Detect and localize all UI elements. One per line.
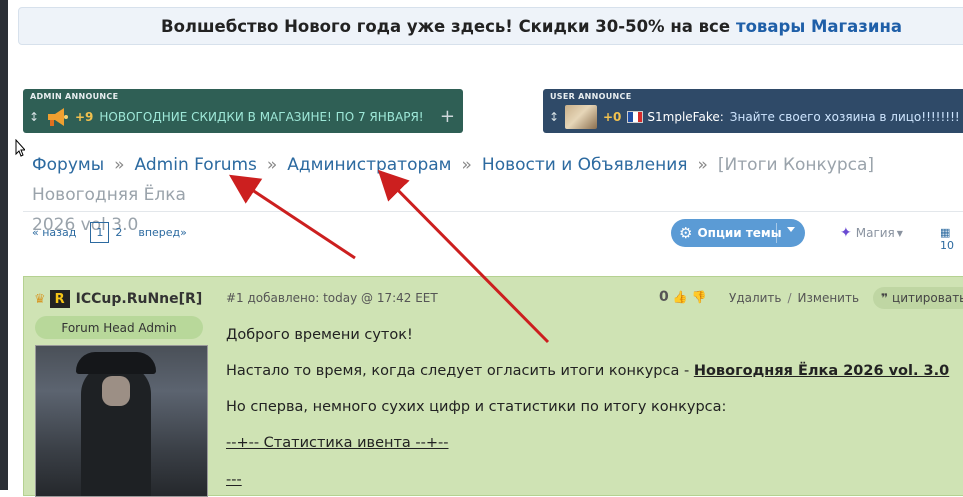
thumbs-down-icon[interactable]: 👎	[692, 290, 707, 304]
quote-label: цитировать	[892, 291, 963, 305]
crown-icon: ♛	[34, 291, 46, 307]
pager-page-2[interactable]: 2	[115, 226, 122, 239]
chevron-down-icon[interactable]	[787, 227, 795, 232]
banner-text: Волшебство Нового года уже здесь! Скидки…	[161, 16, 731, 36]
contest-link[interactable]: Новогодняя Ёлка 2026 vol. 3.0	[694, 363, 949, 379]
post-greeting: Доброго времени суток!	[226, 327, 413, 343]
pager-page-1[interactable]: 1	[90, 222, 110, 243]
breadcrumb-administrators[interactable]: Администраторам	[287, 155, 451, 175]
chevron-down-icon: ▼	[896, 228, 903, 238]
author-role-badge: Forum Head Admin	[35, 316, 203, 339]
add-announce-button[interactable]: +	[440, 106, 455, 128]
post-stats-header: --+-- Статистика ивента --+--	[226, 435, 449, 451]
admin-announce-text[interactable]: НОВОГОДНИЕ СКИДКИ В МАГАЗИНЕ! ПО 7 ЯНВАР…	[99, 110, 423, 124]
admin-announce-count: +9	[75, 110, 94, 124]
user-announce-username[interactable]: S1mpleFake:	[647, 110, 723, 124]
user-announce-count: +0	[603, 110, 622, 124]
thread-count[interactable]: ▦ 10	[940, 226, 963, 252]
pagination: « назад 1 2 вперед»	[32, 222, 187, 243]
promo-banner: Волшебство Нового года уже здесь! Скидки…	[18, 7, 963, 45]
drag-handle-icon[interactable]: ↕	[29, 110, 45, 124]
post-actions: Удалить / Изменить	[729, 291, 860, 305]
france-flag-icon	[627, 111, 644, 123]
wizard-hat-icon: ✦	[840, 225, 852, 241]
post-meta: #1 добавлено: today @ 17:42 EET	[226, 291, 438, 305]
author-avatar[interactable]	[35, 345, 208, 497]
banner-shop-link[interactable]: товары Магазина	[736, 17, 902, 36]
edit-link[interactable]: Изменить	[798, 291, 860, 305]
thread-options-button[interactable]: ⚙ Опции темы	[671, 219, 805, 247]
calendar-icon: ▦	[940, 226, 951, 239]
pager-next[interactable]: вперед»	[138, 226, 187, 239]
user-announce-header: USER ANNOUNCE	[550, 92, 632, 101]
user-announce-avatar	[565, 105, 597, 129]
post-dashes: ---	[226, 472, 242, 488]
breadcrumb-forums[interactable]: Форумы	[32, 155, 104, 175]
pager-prev[interactable]: « назад	[32, 226, 76, 239]
breadcrumb-news[interactable]: Новости и Объявления	[482, 155, 688, 175]
drag-handle-icon[interactable]: ↕	[549, 110, 565, 124]
rating-value: 0	[659, 289, 669, 305]
post-author: ♛ R ICCup.RuNne[R]	[34, 290, 202, 308]
window-edge	[0, 0, 8, 490]
quote-icon: ❞	[881, 291, 889, 305]
gear-icon: ⚙	[679, 224, 693, 242]
user-announce-text[interactable]: Знайте своего хозяина в лицо!!!!!!!!	[730, 110, 960, 124]
post-intro: Настало то время, когда следует огласить…	[226, 363, 950, 379]
thumbs-up-icon[interactable]: 👍	[673, 290, 688, 304]
breadcrumb-admin-forums[interactable]: Admin Forums	[135, 155, 257, 175]
admin-announce-header: ADMIN ANNOUNCE	[30, 92, 119, 101]
post-stats-intro: Но сперва, немного сухих цифр и статисти…	[226, 399, 727, 415]
r-logo-icon: R	[49, 290, 70, 308]
delete-link[interactable]: Удалить	[729, 291, 782, 305]
author-name[interactable]: ICCup.RuNne[R]	[76, 291, 203, 307]
magic-label: Магия	[855, 226, 895, 240]
megaphone-icon	[48, 108, 68, 126]
quote-button[interactable]: ❞ цитировать	[873, 287, 963, 309]
mouse-cursor-icon	[15, 139, 25, 157]
user-announce: USER ANNOUNCE ↕ +0 S1mpleFake: Знайте св…	[543, 89, 963, 133]
divider	[23, 211, 963, 212]
post-rating: 0 👍 👎	[659, 289, 707, 305]
thread-options-label: Опции темы	[697, 226, 782, 240]
magic-dropdown[interactable]: ✦ Магия ▼	[840, 225, 903, 241]
admin-announce: ADMIN ANNOUNCE ↕ +9 НОВОГОДНИЕ СКИДКИ В …	[23, 89, 463, 133]
